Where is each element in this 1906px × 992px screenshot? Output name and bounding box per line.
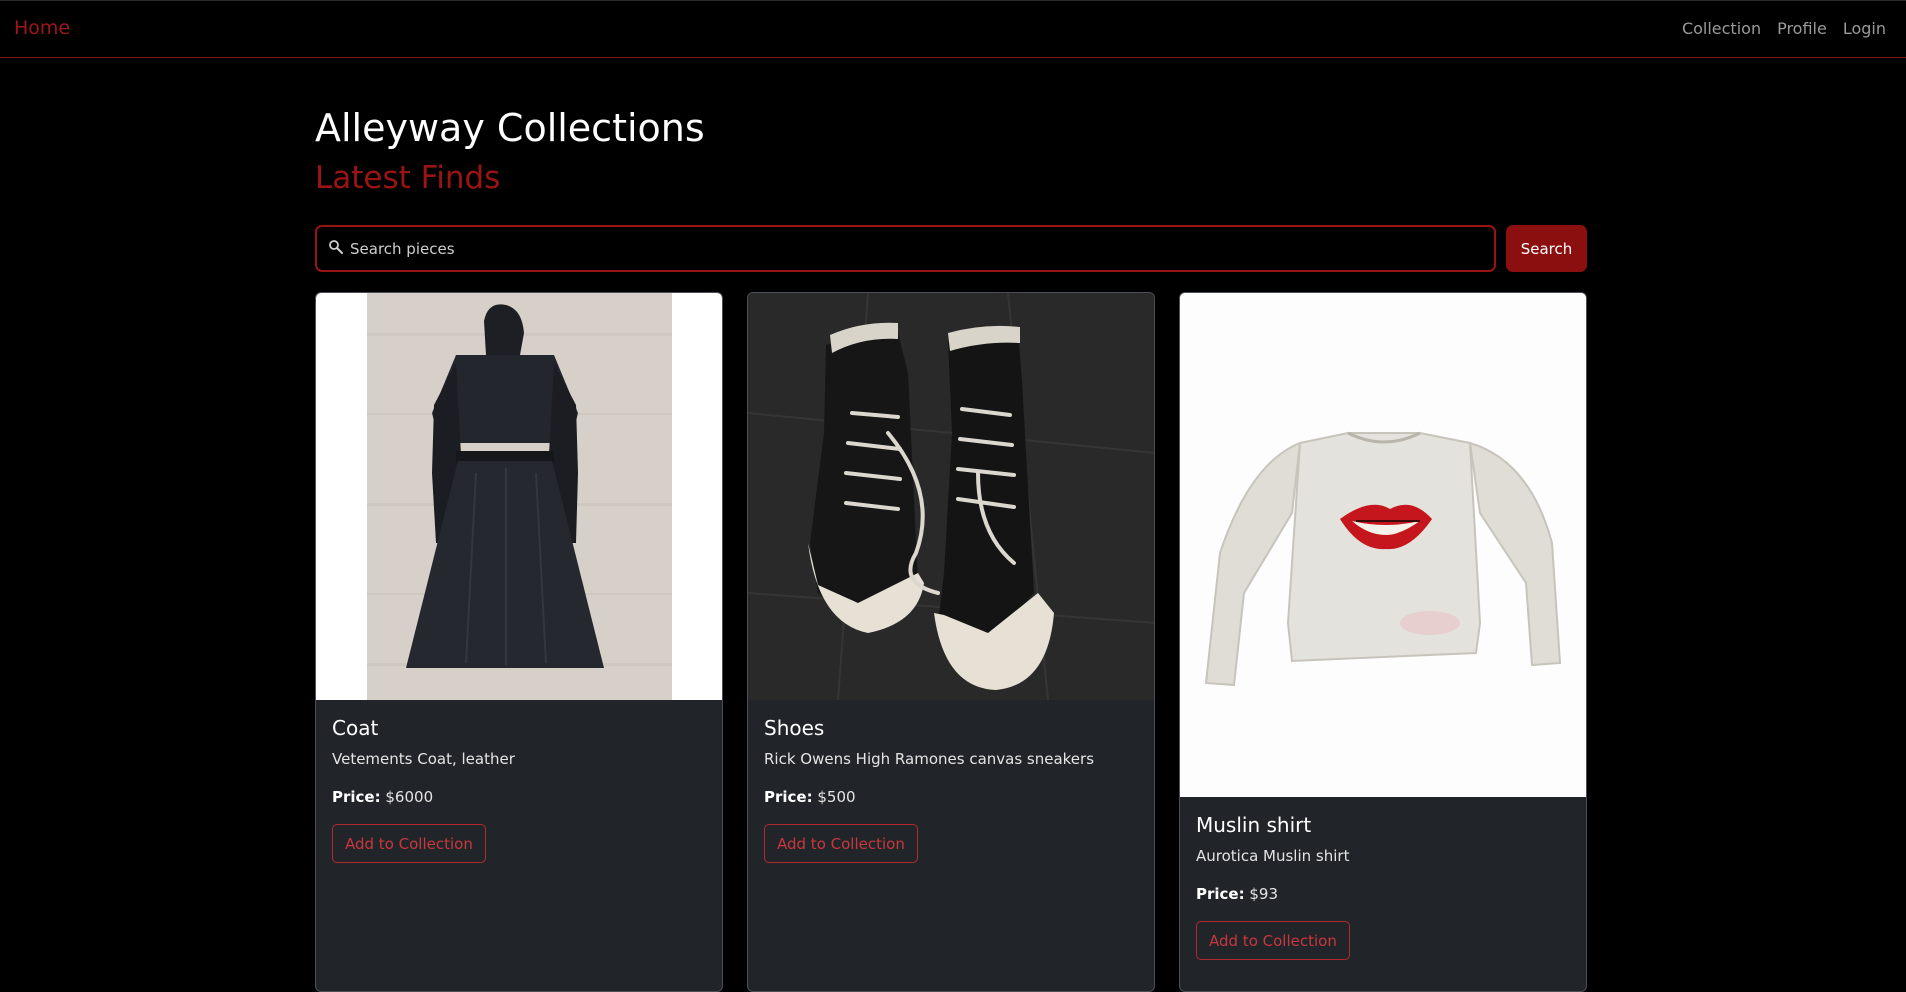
navbar: Home Collection Profile Login [0, 0, 1906, 58]
card-body: Coat Vetements Coat, leather Price: $600… [316, 700, 722, 863]
product-card-coat: Coat Vetements Coat, leather Price: $600… [315, 292, 723, 992]
price-label: Price: [1196, 885, 1245, 903]
card-body: Shoes Rick Owens High Ramones canvas sne… [748, 700, 1154, 863]
price-value: $93 [1249, 885, 1279, 903]
shoes-image [748, 293, 1154, 700]
add-to-collection-button[interactable]: Add to Collection [764, 824, 918, 863]
card-description: Aurotica Muslin shirt [1196, 847, 1350, 865]
card-title: Coat [332, 716, 379, 740]
add-to-collection-button[interactable]: Add to Collection [332, 824, 486, 863]
card-price: Price: $500 [764, 788, 1138, 806]
add-to-collection-button[interactable]: Add to Collection [1196, 921, 1350, 960]
nav-links: Collection Profile Login [1682, 19, 1886, 38]
card-description: Vetements Coat, leather [332, 750, 515, 768]
card-title: Shoes [764, 716, 825, 740]
nav-link-profile[interactable]: Profile [1777, 19, 1827, 38]
price-value: $500 [817, 788, 856, 806]
price-value: $6000 [385, 788, 434, 806]
card-body: Muslin shirt Aurotica Muslin shirt Price… [1180, 797, 1586, 960]
page-title: Alleyway Collections [315, 106, 705, 150]
search-input[interactable] [344, 227, 1484, 270]
product-card-muslin-shirt: Muslin shirt Aurotica Muslin shirt Price… [1179, 292, 1587, 992]
search-box [315, 225, 1496, 272]
search-button[interactable]: Search [1506, 225, 1587, 272]
card-title: Muslin shirt [1196, 813, 1312, 837]
product-card-shoes: Shoes Rick Owens High Ramones canvas sne… [747, 292, 1155, 992]
nav-link-login[interactable]: Login [1843, 19, 1886, 38]
card-price: Price: $93 [1196, 885, 1570, 903]
home-link[interactable]: Home [14, 17, 70, 39]
coat-image [316, 293, 722, 700]
nav-link-collection[interactable]: Collection [1682, 19, 1761, 38]
section-title: Latest Finds [315, 160, 501, 196]
card-description: Rick Owens High Ramones canvas sneakers [764, 750, 1095, 768]
price-label: Price: [764, 788, 813, 806]
muslin-shirt-image [1180, 293, 1586, 797]
search-icon [329, 240, 343, 254]
card-price: Price: $6000 [332, 788, 706, 806]
price-label: Price: [332, 788, 381, 806]
